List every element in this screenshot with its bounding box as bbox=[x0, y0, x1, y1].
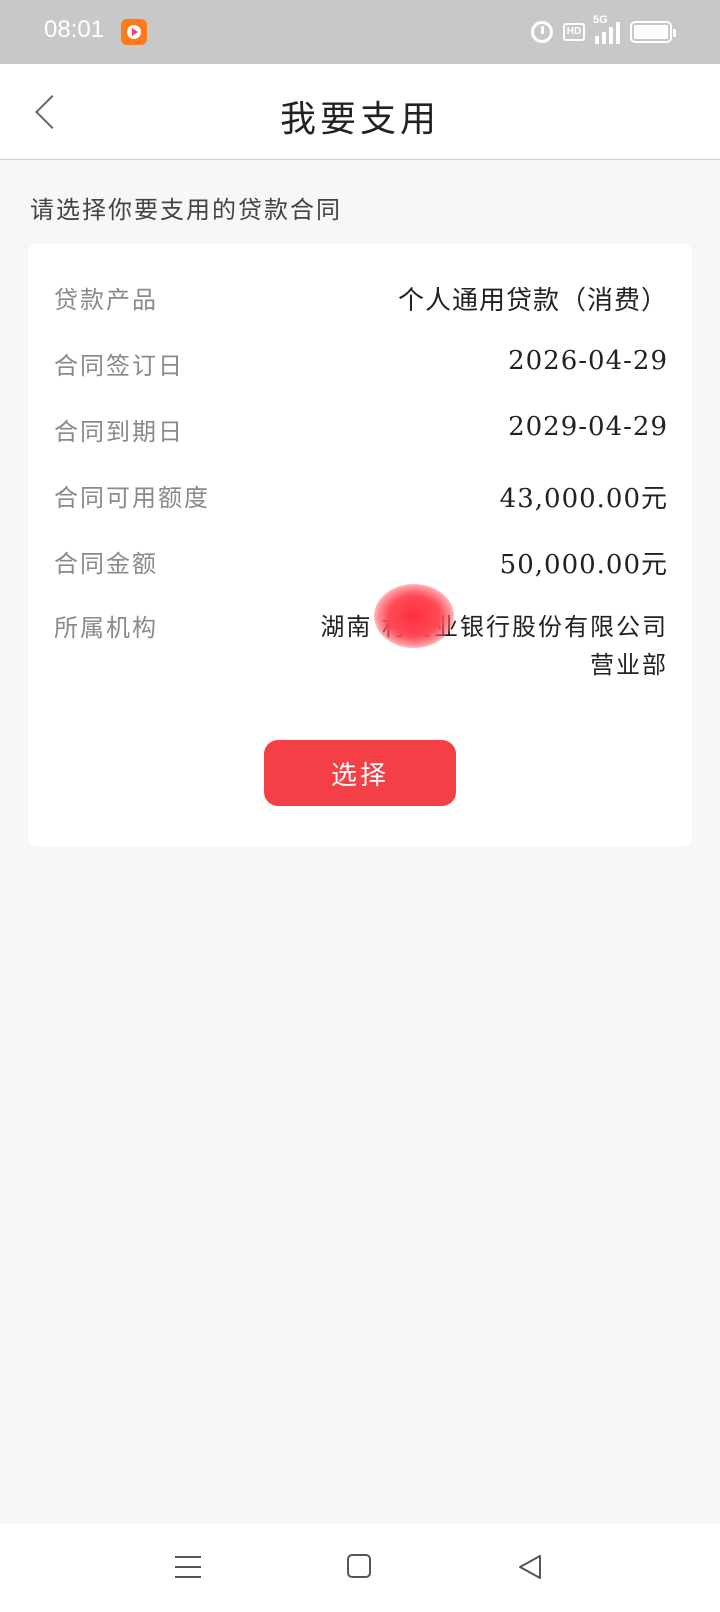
hd-icon: HD bbox=[563, 23, 585, 41]
row-label: 合同签订日 bbox=[54, 352, 184, 380]
menu-icon[interactable] bbox=[175, 1554, 201, 1580]
system-nav-bar bbox=[0, 1524, 720, 1612]
alarm-icon bbox=[531, 21, 553, 43]
row-label: 合同可用额度 bbox=[54, 484, 210, 512]
signal-icon: 5G bbox=[593, 14, 620, 44]
row-label: 合同金额 bbox=[54, 550, 158, 578]
page-title: 我要支用 bbox=[279, 99, 440, 140]
select-button[interactable]: 选择 bbox=[264, 740, 456, 806]
row-label: 所属机构 bbox=[54, 614, 158, 642]
status-bar: 08:01 HD 5G bbox=[0, 0, 720, 64]
home-icon[interactable] bbox=[347, 1554, 371, 1578]
section-subtitle: 请选择你要支用的贷款合同 bbox=[30, 196, 342, 224]
redaction-blur bbox=[374, 584, 454, 648]
row-value: 湖南 村商业银行股份有限公司营业部 bbox=[320, 613, 668, 679]
contract-card: 贷款产品 个人通用贷款（消费） 合同签订日 2026-04-29 合同到期日 2… bbox=[28, 244, 692, 846]
app-icon bbox=[121, 19, 147, 45]
row-value: 2026-04-29 bbox=[508, 346, 668, 376]
row-label: 合同到期日 bbox=[54, 418, 184, 446]
status-time: 08:01 bbox=[44, 16, 105, 43]
row-value: 2029-04-29 bbox=[508, 412, 668, 442]
network-type: 5G bbox=[593, 14, 608, 26]
battery-icon bbox=[630, 21, 676, 43]
row-value: 个人通用贷款（消费） bbox=[397, 286, 668, 316]
nav-bar: 我要支用 bbox=[0, 64, 720, 160]
status-icons: HD 5G bbox=[531, 14, 676, 46]
row-value: 50,000.00元 bbox=[499, 550, 668, 580]
row-label: 贷款产品 bbox=[54, 286, 158, 314]
row-value: 43,000.00元 bbox=[499, 484, 668, 514]
